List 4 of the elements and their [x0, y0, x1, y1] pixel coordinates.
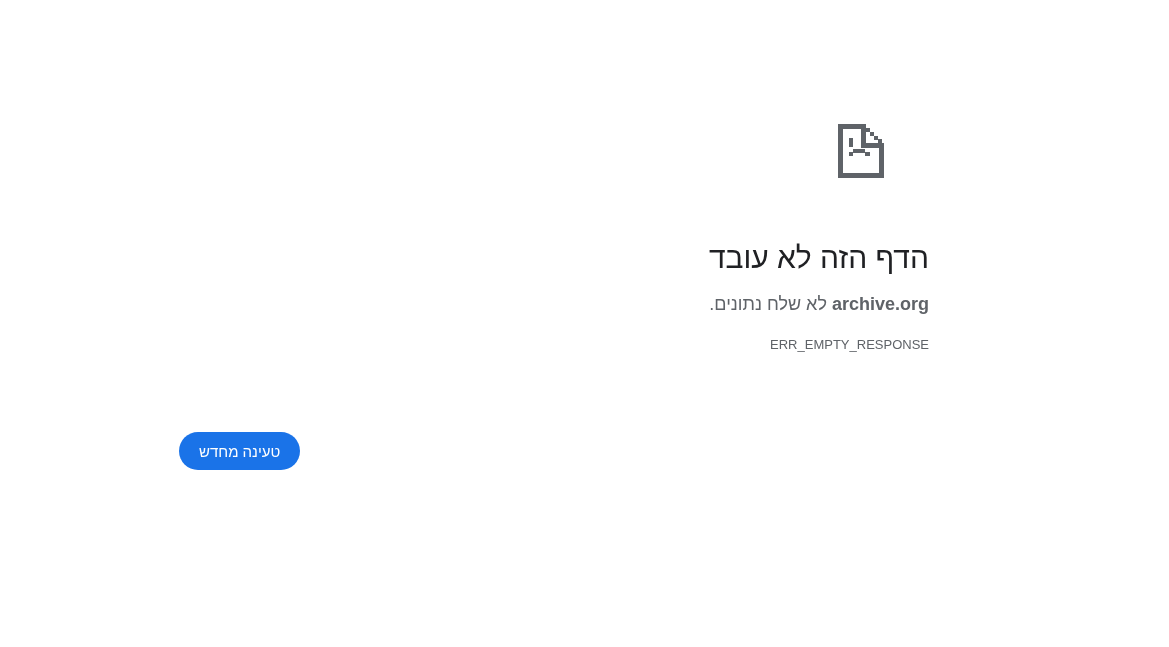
reload-button[interactable]: טעינה מחדש [179, 432, 301, 470]
sad-page-icon [838, 124, 884, 178]
error-heading: הדף הזה לא עובד [708, 240, 929, 276]
error-code: ERR_EMPTY_RESPONSE [770, 336, 929, 354]
